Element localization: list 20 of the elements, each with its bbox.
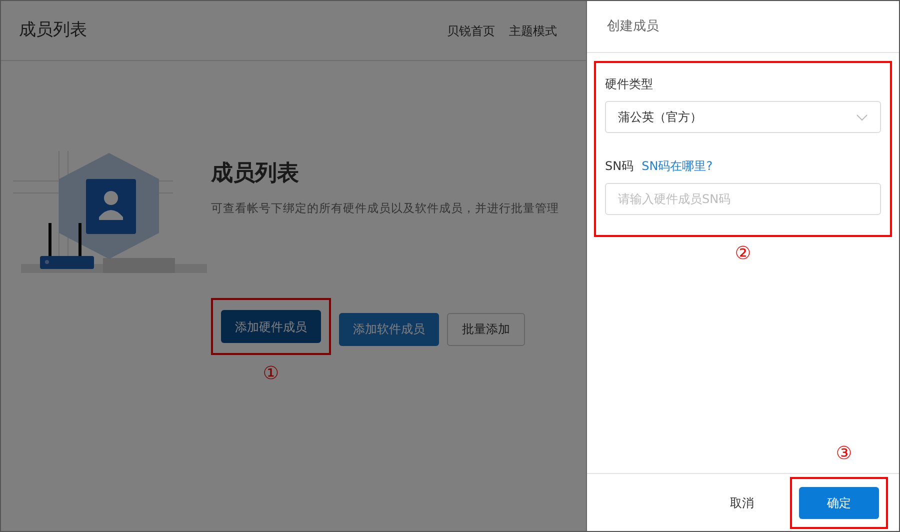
nav-link[interactable]: 主题模式 (509, 22, 557, 40)
add-button[interactable]: 添加软件成员 (339, 312, 439, 346)
help-link[interactable]: SN码在哪里? (642, 159, 713, 173)
drawer-title: 创建成员 (607, 18, 659, 36)
page-title: 成员列表 (19, 18, 87, 42)
sn-input-field[interactable]: 请输入硬件成员SN码 (605, 183, 881, 215)
field-label: 硬件类型 (605, 77, 653, 91)
add-button[interactable]: 批量添加 (447, 312, 525, 346)
nav-link[interactable]: 贝锐首页 (447, 22, 495, 40)
cancel-button[interactable]: 取消 (730, 494, 754, 512)
add-button[interactable]: 添加硬件成员 (221, 310, 321, 344)
confirm-button[interactable]: 确定 (799, 486, 879, 518)
chevron-down-icon (856, 114, 868, 120)
description-text: 可查看帐号下绑定的所有硬件成员以及软件成员，并进行批量管理 (211, 200, 559, 217)
field-label: SN码 (605, 159, 634, 173)
step-number: ② (734, 243, 752, 264)
step-number: ① (262, 365, 280, 384)
hardware-type-select[interactable]: 蒲公英（官方） (605, 101, 881, 133)
step-number: ③ (836, 442, 852, 464)
section-heading: 成员列表 (211, 160, 300, 188)
